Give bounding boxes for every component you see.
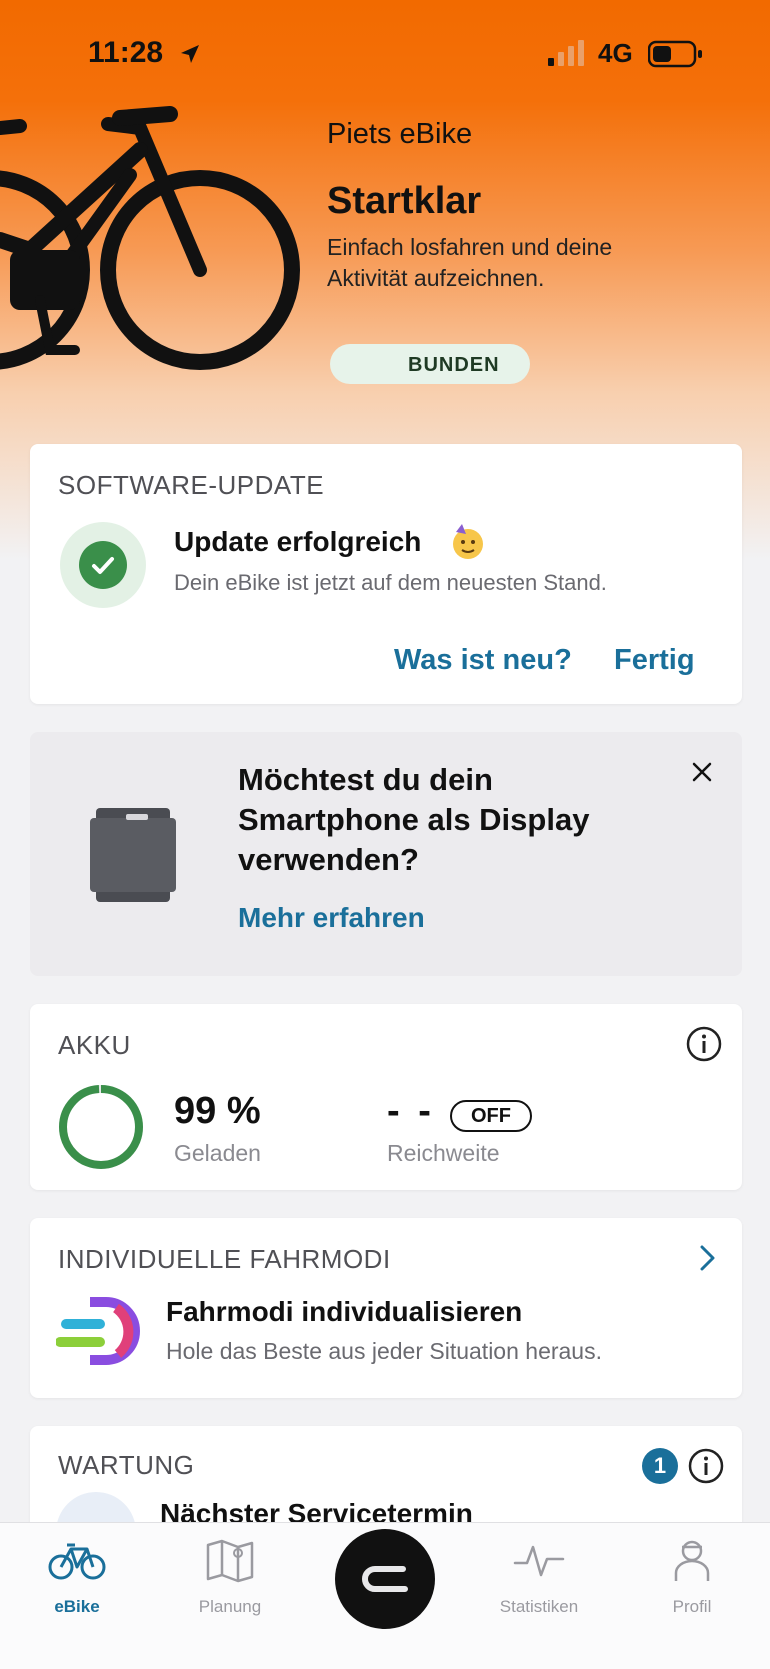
- notification-badge: 1: [642, 1448, 678, 1484]
- bike-status: Startklar: [327, 180, 482, 222]
- tab-profil[interactable]: Profil: [632, 1523, 752, 1643]
- status-bar: 11:28 4G: [0, 28, 770, 78]
- smartphone-display-card: Möchtest du dein Smartphone als Display …: [30, 732, 742, 976]
- update-message: Dein eBike ist jetzt auf dem neuesten St…: [174, 570, 607, 595]
- start-ride-button[interactable]: [335, 1529, 435, 1629]
- card-title: AKKU: [58, 1030, 131, 1060]
- success-check-icon: [60, 522, 146, 608]
- ride-modes-description: Hole das Beste aus jeder Situation herau…: [166, 1338, 602, 1364]
- software-update-card: SOFTWARE-UPDATE Update erfolgreich Dein …: [30, 444, 742, 704]
- range-value: - -: [387, 1090, 435, 1132]
- battery-charge-ring: [59, 1085, 143, 1169]
- learn-more-link[interactable]: Mehr erfahren: [238, 902, 425, 934]
- tab-statistiken[interactable]: Statistiken: [479, 1523, 599, 1643]
- tab-bar: eBike Planung Statistiken Profil: [0, 1522, 770, 1669]
- bike-status-description: Einfach losfahren und deine Aktivität au…: [327, 234, 613, 291]
- whats-new-link[interactable]: Was ist neu?: [394, 644, 572, 677]
- tab-label: eBike: [54, 1597, 100, 1616]
- tab-label: Profil: [672, 1597, 712, 1616]
- charge-percentage: 99 %: [174, 1090, 261, 1132]
- battery-icon: [648, 40, 702, 68]
- bike-name[interactable]: Piets eBike: [327, 118, 472, 151]
- tab-planung[interactable]: Planung: [170, 1523, 290, 1643]
- ride-modes-icon: [56, 1297, 140, 1365]
- ride-icon: [362, 1566, 408, 1592]
- tab-ebike[interactable]: eBike: [17, 1523, 137, 1643]
- pulse-icon: [513, 1545, 565, 1577]
- location-arrow-icon: [181, 45, 199, 63]
- party-face-icon: [453, 524, 483, 559]
- update-heading: Update erfolgreich: [174, 526, 422, 557]
- close-icon[interactable]: [690, 760, 714, 784]
- tab-label: Planung: [198, 1597, 262, 1616]
- signal-icon: [548, 40, 584, 66]
- chevron-right-icon[interactable]: [698, 1244, 718, 1272]
- ride-modes-heading: Fahrmodi individualisieren: [166, 1296, 523, 1327]
- ebike-illustration: [0, 106, 300, 370]
- info-icon[interactable]: [688, 1448, 724, 1484]
- card-title: SOFTWARE-UPDATE: [58, 470, 325, 500]
- battery-card: AKKU 99 % Geladen - - OFF Reichweite: [30, 1004, 742, 1190]
- info-icon[interactable]: [686, 1026, 722, 1062]
- bike-icon: [48, 1543, 106, 1580]
- status-time: 11:28: [88, 36, 164, 69]
- range-label: Reichweite: [387, 1140, 500, 1166]
- network-type: 4G: [598, 38, 633, 68]
- done-button[interactable]: Fertig: [614, 644, 695, 677]
- ride-modes-card[interactable]: INDIVIDUELLE FAHRMODI Fahrmodi individua…: [30, 1218, 742, 1398]
- range-mode-pill: OFF: [450, 1100, 532, 1132]
- tab-label: Statistiken: [499, 1597, 579, 1616]
- card-title: WARTUNG: [58, 1450, 195, 1480]
- display-promo-title: Möchtest du dein Smartphone als Display …: [238, 762, 590, 877]
- card-title: INDIVIDUELLE FAHRMODI: [58, 1244, 391, 1274]
- charge-label: Geladen: [174, 1140, 261, 1166]
- connection-badge: BUNDEN: [330, 344, 530, 384]
- map-icon: [206, 1539, 254, 1583]
- profile-icon: [674, 1540, 710, 1581]
- smartphone-mount-icon: [90, 808, 176, 902]
